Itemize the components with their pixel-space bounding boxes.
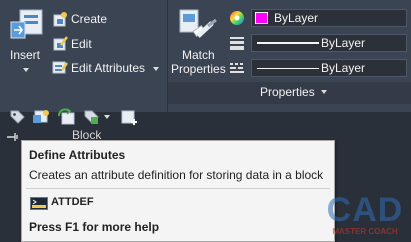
command-line-icon bbox=[30, 197, 48, 210]
write-block-icon[interactable] bbox=[120, 108, 140, 126]
tooltip-help-hint: Press F1 for more help bbox=[29, 220, 160, 234]
insert-label: Insert bbox=[10, 48, 41, 62]
edit-attributes-button[interactable]: Edit Attributes bbox=[71, 61, 145, 75]
lineweight-icon bbox=[230, 37, 244, 50]
define-attributes-tooltip: Define Attributes Creates an attribute d… bbox=[21, 140, 335, 242]
linetype-combo-value: ByLayer bbox=[321, 61, 366, 75]
watermark-sub-text: MASTER COACH bbox=[332, 227, 398, 236]
tooltip-command: ATTDEF bbox=[51, 196, 94, 208]
match-properties-button[interactable]: Match Properties bbox=[170, 4, 226, 80]
create-block-icon bbox=[53, 12, 67, 27]
cad-master-coach-watermark: CAD MASTER COACH bbox=[327, 191, 404, 236]
insert-button[interactable]: Insert bbox=[8, 6, 44, 80]
tooltip-description: Creates an attribute definition for stor… bbox=[29, 168, 324, 182]
linetype-preview bbox=[257, 68, 319, 69]
insert-dropdown-caret bbox=[23, 68, 29, 72]
manage-attributes-icon[interactable] bbox=[32, 108, 52, 126]
match-properties-label-line1: Match bbox=[182, 48, 215, 62]
tooltip-title: Define Attributes bbox=[29, 148, 126, 162]
bylayer-color-swatch bbox=[255, 12, 268, 24]
edit-attributes-icon bbox=[52, 61, 68, 74]
define-attributes-icon[interactable] bbox=[8, 108, 26, 126]
edit-block-icon bbox=[53, 36, 68, 51]
lineweight-preview bbox=[257, 42, 319, 44]
block-tools-dropdown-caret[interactable] bbox=[104, 115, 110, 119]
tooltip-divider bbox=[26, 188, 330, 189]
color-combo[interactable]: ByLayer bbox=[251, 9, 407, 27]
lineweight-combo-value: ByLayer bbox=[321, 36, 366, 50]
match-properties-icon bbox=[179, 9, 217, 38]
lineweight-combo[interactable]: ByLayer bbox=[251, 34, 407, 52]
properties-panel-expand-caret[interactable] bbox=[321, 90, 327, 94]
color-combo-value: ByLayer bbox=[274, 11, 319, 25]
match-properties-label-line2: Properties bbox=[171, 62, 226, 76]
synchronize-attributes-icon[interactable] bbox=[57, 108, 77, 126]
block-attribute-tag-icon[interactable] bbox=[82, 108, 102, 126]
edit-button[interactable]: Edit bbox=[71, 37, 92, 51]
create-button[interactable]: Create bbox=[71, 12, 107, 26]
watermark-logo-text: CAD bbox=[327, 191, 404, 229]
linetype-icon bbox=[230, 63, 244, 73]
properties-panel-title[interactable]: Properties bbox=[260, 85, 315, 99]
linetype-combo[interactable]: ByLayer bbox=[251, 59, 407, 77]
edit-attributes-dropdown-caret[interactable] bbox=[153, 67, 159, 71]
color-wheel-icon bbox=[230, 11, 244, 25]
panel-pin-icon[interactable] bbox=[6, 132, 20, 142]
insert-icon bbox=[10, 9, 43, 39]
